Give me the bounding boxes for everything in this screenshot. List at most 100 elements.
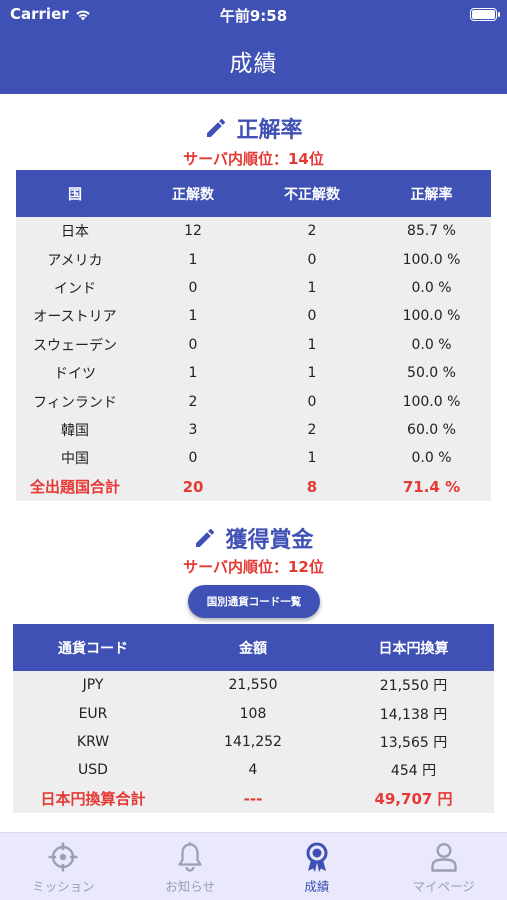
currency-code-cell: JPY [13,671,173,700]
accuracy-title: 正解率 [236,118,303,143]
jpy-converted-cell: 14,138 円 [333,699,494,728]
country-cell: 日本 [16,217,134,246]
rate-cell: 50.0 % [372,358,491,388]
rate-cell: 0.0 % [372,444,491,473]
correct-cell: 2 [134,387,252,416]
table-row: フィンランド 2 0 100.0 % [16,387,491,416]
table-row: 中国 0 1 0.0 % [16,444,491,473]
prize-table: 通貨コード 金額 日本円換算 JPY 21,550 21,550 円 EUR 108 1… [13,624,494,813]
tab-mission[interactable]: ミッション [0,833,127,900]
prize-section-title: 獲得賞金 [0,522,507,554]
table-row: USD 4 454 円 [13,756,494,785]
country-cell: フィンランド [16,387,134,416]
jpy-converted-cell: 13,565 円 [333,727,494,757]
table-row: ドイツ 1 1 50.0 % [16,358,491,388]
incorrect-cell: 1 [252,330,372,359]
pencil-icon [196,528,215,547]
rate-cell: 100.0 % [372,387,491,416]
medal-icon [306,842,328,872]
column-header: 日本円換算 [333,624,494,671]
total-rate: 71.4 % [372,472,491,501]
status-time: 午前9:58 [219,7,288,25]
column-header: 正解数 [134,170,252,217]
tab-label: ミッション [32,879,95,894]
amount-cell: 4 [173,756,333,785]
table-row: オーストリア 1 0 100.0 % [16,302,491,331]
tab-bar: ミッション お知らせ 成績 マイページ [0,832,507,900]
correct-cell: 0 [134,273,252,303]
correct-cell: 1 [134,358,252,388]
tab-mypage[interactable]: マイページ [380,833,507,900]
correct-cell: 0 [134,330,252,359]
total-amount: --- [173,784,333,813]
incorrect-cell: 1 [252,358,372,388]
country-cell: アメリカ [16,245,134,274]
amount-cell: 141,252 [173,727,333,757]
total-label: 日本円換算合計 [13,784,173,813]
prize-header-row: 通貨コード 金額 日本円換算 [13,624,494,671]
pencil-icon [207,118,226,137]
incorrect-cell: 2 [252,415,372,445]
jpy-converted-cell: 454 円 [333,756,494,785]
tab-notifications[interactable]: お知らせ [127,833,254,900]
prize-rank: サーバ内順位：12位 [183,558,324,576]
country-cell: ドイツ [16,358,134,388]
tab-results[interactable]: 成績 [254,833,381,900]
currency-code-cell: EUR [13,699,173,728]
accuracy-header-row: 国 正解数 不正解数 正解率 [16,170,491,217]
incorrect-cell: 0 [252,302,372,331]
table-row: スウェーデン 0 1 0.0 % [16,330,491,359]
table-row: KRW 141,252 13,565 円 [13,727,494,757]
amount-cell: 21,550 [173,671,333,700]
country-cell: オーストリア [16,302,134,331]
rate-cell: 100.0 % [372,302,491,331]
battery-icon [470,8,500,21]
jpy-converted-cell: 21,550 円 [333,671,494,700]
rate-cell: 60.0 % [372,415,491,445]
accuracy-rank: サーバ内順位：14位 [183,150,324,168]
table-row: アメリカ 1 0 100.0 % [16,245,491,274]
column-header: 不正解数 [252,170,372,217]
tab-label: マイページ [412,879,475,894]
app-header: Carrier 午前9:58 成績 [0,0,507,94]
prize-title: 獲得賞金 [225,528,314,553]
table-row: JPY 21,550 21,550 円 [13,671,494,700]
tab-label: お知らせ [165,879,215,894]
rate-cell: 85.7 % [372,217,491,246]
correct-cell: 12 [134,217,252,246]
correct-cell: 0 [134,444,252,473]
currency-code-list-button[interactable]: 国別通貨コード一覧 [188,585,320,618]
page-title: 成績 [229,51,278,77]
table-row: 日本 12 2 85.7 % [16,217,491,246]
rate-cell: 0.0 % [372,273,491,303]
bell-icon [178,842,202,872]
total-correct: 20 [134,472,252,501]
incorrect-cell: 0 [252,387,372,416]
currency-code-cell: USD [13,756,173,785]
country-cell: インド [16,273,134,303]
country-cell: 中国 [16,444,134,473]
accuracy-table: 国 正解数 不正解数 正解率 日本 12 2 85.7 % アメリカ 1 0 100.0 %… [16,170,491,501]
column-header: 金額 [173,624,333,671]
incorrect-cell: 1 [252,444,372,473]
currency-code-cell: KRW [13,727,173,757]
scroll-content[interactable]: 正解率 サーバ内順位：14位 国 正解数 不正解数 正解率 日本 12 2 85.7 … [0,94,507,832]
rate-cell: 100.0 % [372,245,491,274]
incorrect-cell: 2 [252,217,372,246]
column-header: 国 [16,170,134,217]
correct-cell: 3 [134,415,252,445]
incorrect-cell: 1 [252,273,372,303]
incorrect-cell: 0 [252,245,372,274]
amount-cell: 108 [173,699,333,728]
column-header: 通貨コード [13,624,173,671]
total-jpy: 49,707 円 [333,784,494,813]
total-incorrect: 8 [252,472,372,501]
correct-cell: 1 [134,245,252,274]
crosshair-icon [48,842,78,872]
person-icon [430,842,457,872]
status-bar: Carrier 午前9:58 [0,0,507,30]
prize-total-row: 日本円換算合計 --- 49,707 円 [13,784,494,813]
accuracy-section-title: 正解率 [0,112,507,144]
total-label: 全出題国合計 [16,472,134,501]
country-cell: 韓国 [16,415,134,445]
